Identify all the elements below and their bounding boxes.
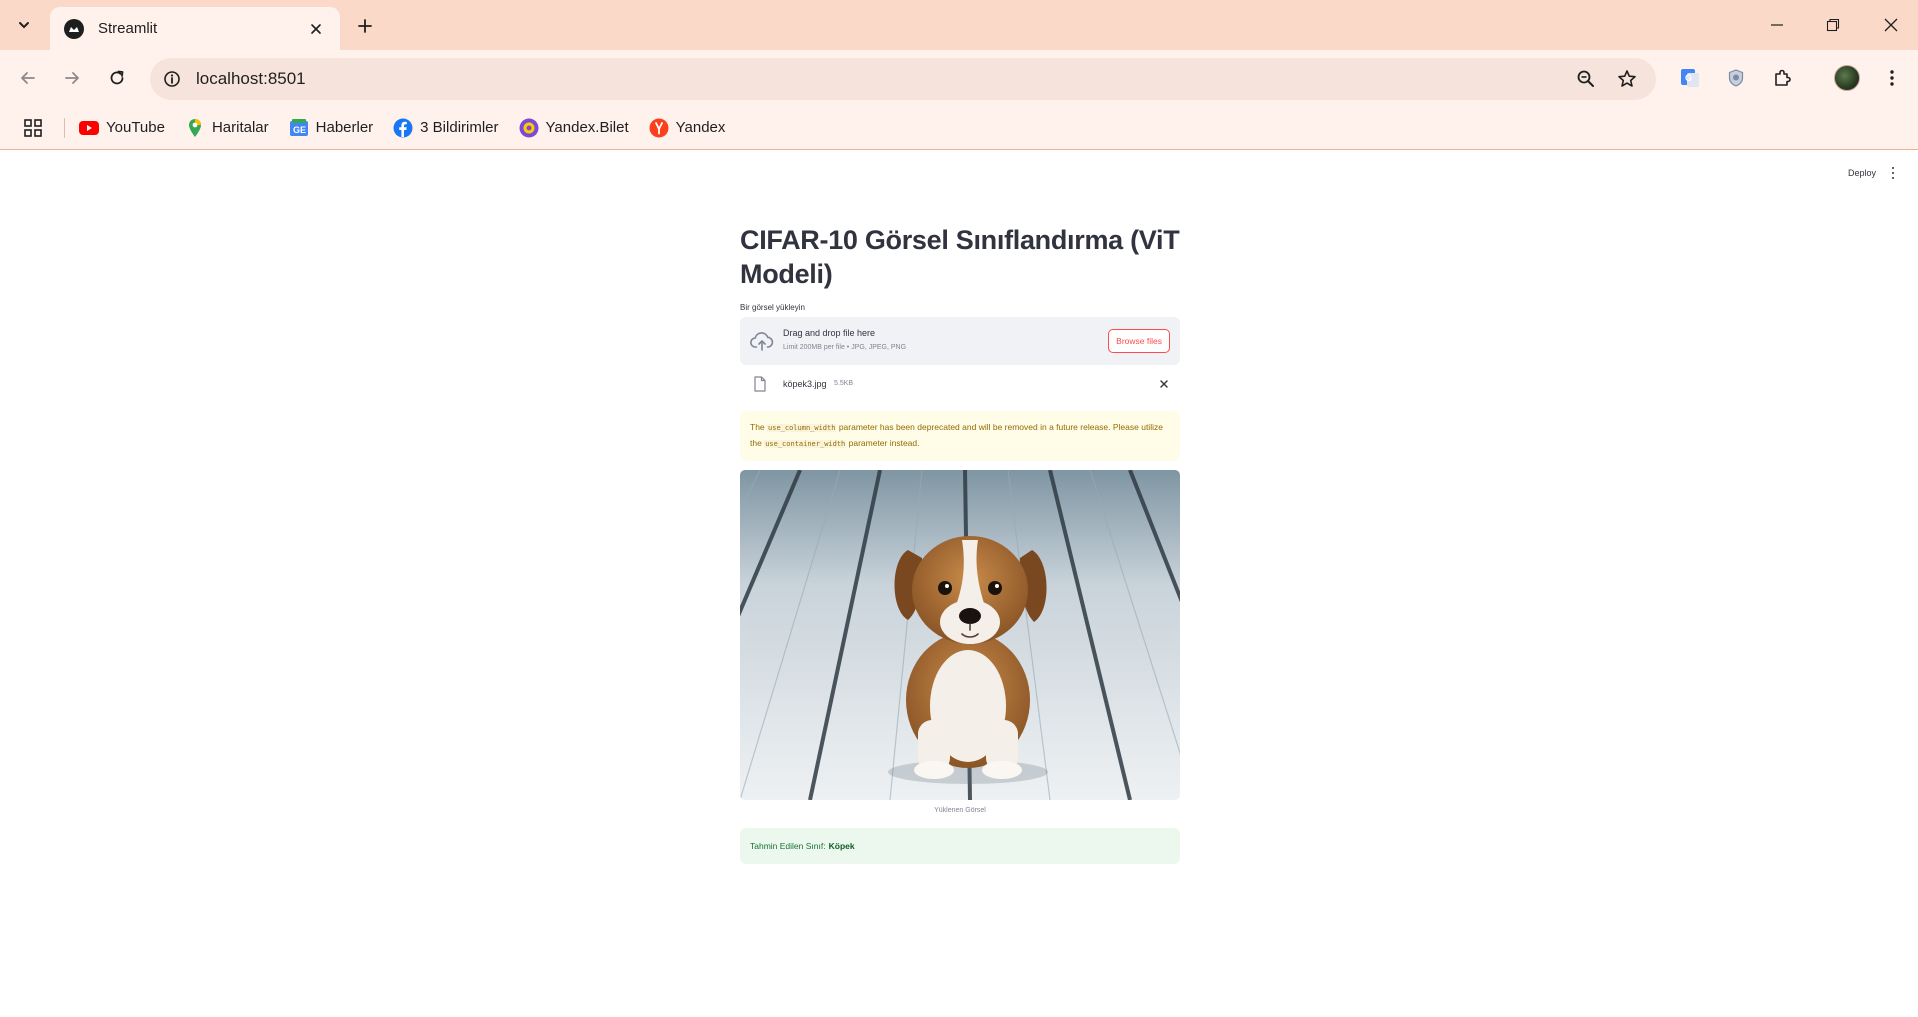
close-tab-icon[interactable] — [306, 19, 326, 39]
dropzone-instructions: Drag and drop file here — [783, 328, 876, 338]
main-block: CIFAR-10 Görsel Sınıflandırma (ViT Model… — [740, 223, 1180, 864]
bookmark-haritalar[interactable]: Haritalar — [185, 118, 269, 138]
apps-grid-icon[interactable] — [20, 115, 46, 141]
bookmark-bildirimler[interactable]: 3 Bildirimler — [393, 118, 499, 138]
dropzone-limit: Limit 200MB per file • JPG, JPEG, PNG — [783, 344, 907, 351]
svg-text:GE: GE — [293, 125, 306, 135]
svg-text:G: G — [1685, 73, 1692, 83]
extensions-puzzle-icon[interactable] — [1768, 64, 1796, 92]
yandex-icon — [649, 118, 669, 138]
tab-title: Streamlit — [98, 20, 158, 37]
streamlit-favicon-icon — [64, 18, 84, 39]
browser-tabstrip: Streamlit — [0, 0, 1918, 50]
bookmark-yandex-bilet[interactable]: Yandex.Bilet — [519, 118, 629, 138]
forward-button[interactable] — [58, 64, 86, 92]
code-use-column-width: use_column_width — [767, 424, 837, 432]
bookmark-youtube[interactable]: YouTube — [79, 118, 165, 138]
chevron-down-icon — [19, 22, 29, 29]
minimize-window-button[interactable] — [1762, 10, 1792, 40]
back-button[interactable] — [14, 64, 42, 92]
address-bar[interactable]: localhost:8501 — [150, 58, 1656, 100]
url-text[interactable]: localhost:8501 — [196, 69, 306, 89]
close-window-button[interactable] — [1876, 10, 1906, 40]
reload-icon — [110, 70, 124, 85]
profile-avatar[interactable] — [1834, 65, 1860, 91]
bookmark-star-icon[interactable] — [1615, 67, 1639, 91]
main-menu-kebab-icon[interactable] — [1888, 165, 1898, 181]
uploaded-file-size: 5.5KB — [834, 380, 854, 387]
browser-toolbar: localhost:8501 G — [0, 50, 1918, 106]
page-title: CIFAR-10 Görsel Sınıflandırma (ViT Model… — [740, 225, 1180, 289]
arrow-left-icon — [21, 72, 35, 84]
plus-icon — [358, 19, 372, 33]
browser-menu-kebab-icon[interactable] — [1878, 64, 1906, 92]
bookmarks-divider — [64, 117, 65, 138]
deploy-button[interactable]: Deploy — [1848, 168, 1876, 178]
reload-button[interactable] — [103, 64, 131, 92]
deprecation-warning: The use_column_width parameter has been … — [740, 411, 1180, 461]
bookmark-haberler[interactable]: GE Haberler — [289, 118, 373, 138]
minimize-icon — [1771, 24, 1783, 26]
browser-tab-active[interactable]: Streamlit — [50, 7, 340, 50]
prediction-label: Tahmin Edilen Sınıf: — [750, 841, 826, 851]
browse-files-button[interactable]: Browse files — [1108, 329, 1170, 353]
uploaded-file-row: köpek3.jpg 5.5KB — [740, 365, 1180, 403]
prediction-result: Tahmin Edilen Sınıf: Köpek — [740, 828, 1180, 864]
youtube-icon — [79, 118, 99, 138]
puppy-photo — [740, 470, 1180, 800]
facebook-icon — [393, 118, 413, 138]
streamlit-app: Deploy CIFAR-10 Görsel Sınıflandırma (Vi… — [0, 151, 1918, 1017]
close-icon — [1884, 18, 1898, 32]
bookmarks-bar: YouTube Haritalar GE Haberler 3 Bildirim… — [0, 106, 1918, 150]
bookmark-yandex[interactable]: Yandex — [649, 118, 725, 138]
yandex-bilet-icon — [519, 118, 539, 138]
restore-icon — [1826, 18, 1840, 32]
uploaded-file-name: köpek3.jpg — [783, 379, 827, 389]
file-dropzone[interactable]: Drag and drop file here Limit 200MB per … — [740, 317, 1180, 365]
cloud-upload-icon — [750, 332, 774, 351]
file-icon — [754, 376, 766, 392]
maps-pin-icon — [185, 118, 205, 138]
delete-file-icon[interactable] — [1158, 378, 1170, 390]
arrow-right-icon — [65, 72, 79, 84]
uploaded-image — [740, 470, 1180, 800]
site-info-icon[interactable] — [160, 67, 184, 91]
news-icon: GE — [289, 118, 309, 138]
restore-window-button[interactable] — [1818, 10, 1848, 40]
tab-search-button[interactable] — [10, 12, 38, 38]
google-translate-icon[interactable]: G — [1676, 64, 1704, 92]
prediction-value: Köpek — [828, 841, 855, 851]
zoom-out-icon[interactable] — [1574, 67, 1598, 91]
file-uploader-label: Bir görsel yükleyin — [740, 303, 805, 312]
code-use-container-width: use_container_width — [764, 440, 847, 448]
shield-extension-icon[interactable] — [1722, 64, 1750, 92]
image-caption: Yüklenen Görsel — [934, 807, 986, 814]
new-tab-button[interactable] — [352, 13, 378, 39]
